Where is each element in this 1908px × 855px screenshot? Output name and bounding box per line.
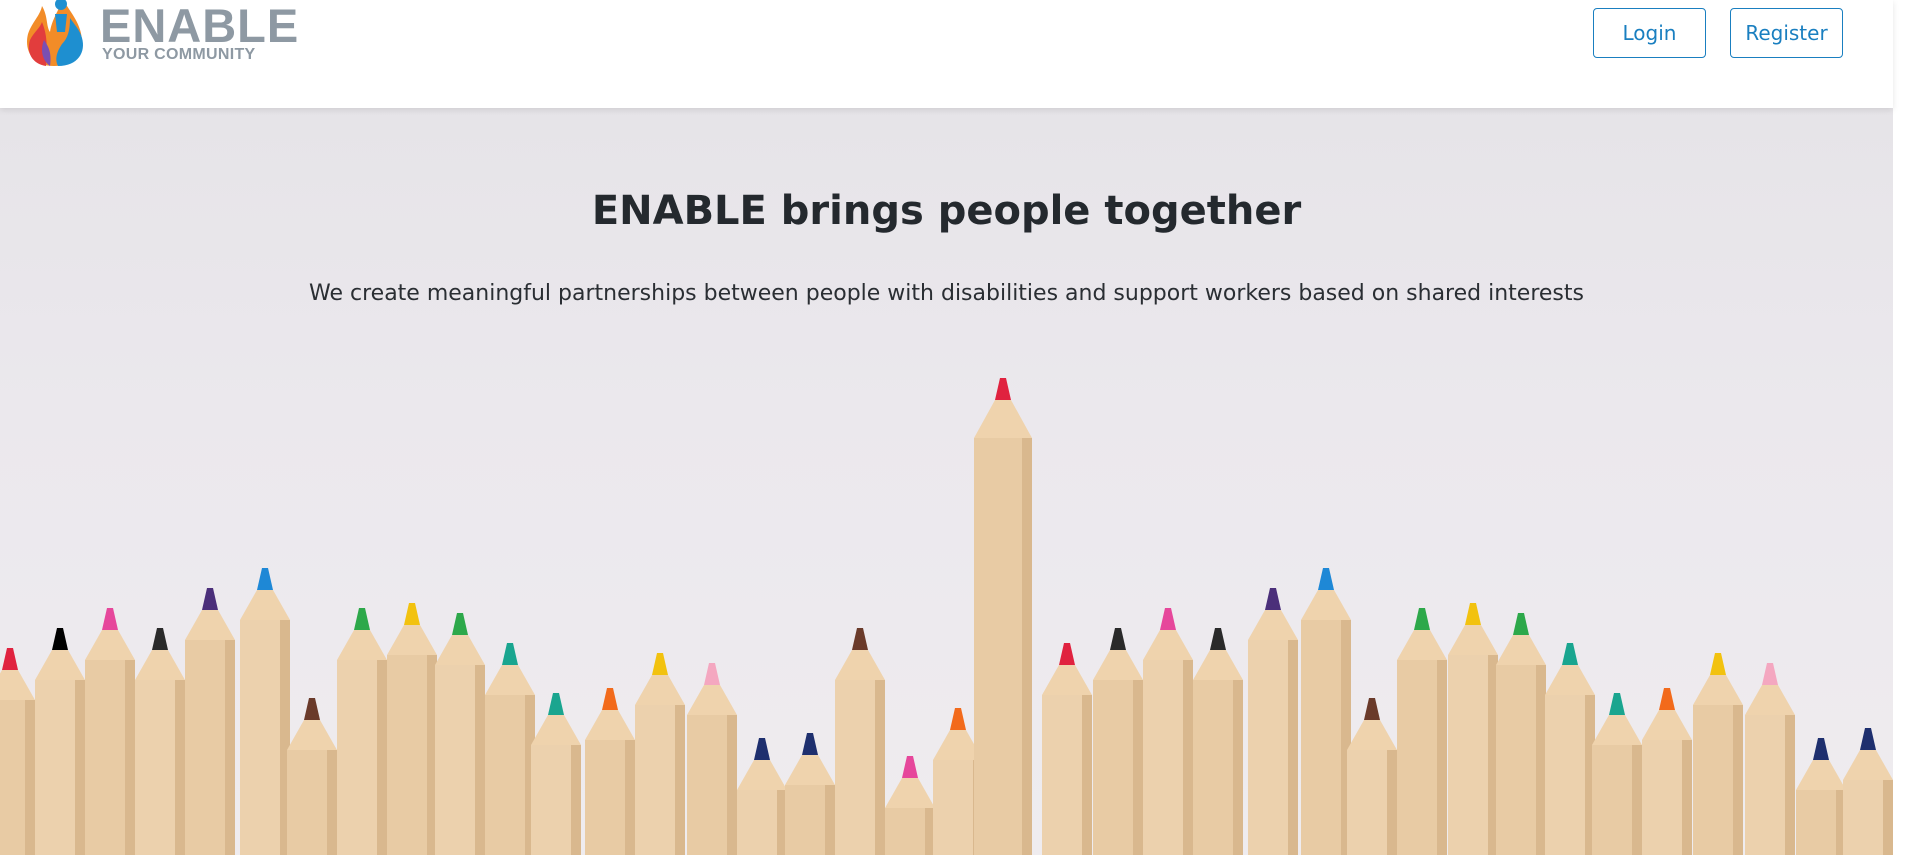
pencil-item bbox=[185, 588, 235, 855]
pencil-item bbox=[1248, 588, 1298, 855]
pencil-item bbox=[1301, 568, 1351, 855]
pencil-item bbox=[1143, 608, 1193, 855]
hero-section: ENABLE brings people together We create … bbox=[0, 108, 1893, 855]
pencil-item bbox=[1496, 613, 1546, 855]
pencil-item bbox=[1796, 738, 1846, 855]
pencil-item bbox=[687, 663, 737, 855]
pencil-item bbox=[435, 613, 485, 855]
pencil-item bbox=[1843, 728, 1893, 855]
pencil-item bbox=[974, 378, 1032, 855]
pencil-item bbox=[785, 733, 835, 855]
hero-title: ENABLE brings people together bbox=[591, 188, 1302, 234]
pencil-item bbox=[635, 653, 685, 855]
pencil-item bbox=[885, 756, 935, 855]
hero-subtitle: We create meaningful partnerships betwee… bbox=[309, 281, 1584, 306]
pencil-item bbox=[1745, 663, 1795, 855]
login-button[interactable]: Login bbox=[1593, 8, 1706, 58]
pencil-item bbox=[35, 628, 85, 855]
pencil-item bbox=[585, 688, 635, 855]
pencil-item bbox=[1042, 643, 1092, 855]
pencil-item bbox=[1448, 603, 1498, 855]
pencil-item bbox=[85, 608, 135, 855]
enable-logo[interactable]: ENABLE YOUR COMMUNITY bbox=[24, 0, 298, 74]
pencil-item bbox=[485, 643, 535, 855]
page-scrollbar[interactable] bbox=[1893, 0, 1908, 855]
pencil-item bbox=[1642, 688, 1692, 855]
pencil-item bbox=[240, 568, 290, 855]
pencil-item bbox=[1592, 693, 1642, 855]
pencil-item bbox=[1093, 628, 1143, 855]
pencil-item bbox=[1397, 608, 1447, 855]
pencil-item bbox=[387, 603, 437, 855]
pencil-item bbox=[531, 693, 581, 855]
logo-tagline: YOUR COMMUNITY bbox=[102, 46, 256, 63]
pencil-item bbox=[0, 648, 35, 855]
pencil-item bbox=[287, 698, 337, 855]
pencil-item bbox=[1347, 698, 1397, 855]
pencil-item bbox=[135, 628, 185, 855]
pencil-item bbox=[737, 738, 787, 855]
pencil-item bbox=[1693, 653, 1743, 855]
pencil-item bbox=[337, 608, 387, 855]
register-button[interactable]: Register bbox=[1730, 8, 1843, 58]
pencil-item bbox=[835, 628, 885, 855]
site-header: ENABLE YOUR COMMUNITY Login Register bbox=[0, 0, 1893, 108]
pencil-item bbox=[1545, 643, 1595, 855]
flame-person-logo-icon bbox=[27, 0, 83, 66]
pencil-item bbox=[1193, 628, 1243, 855]
